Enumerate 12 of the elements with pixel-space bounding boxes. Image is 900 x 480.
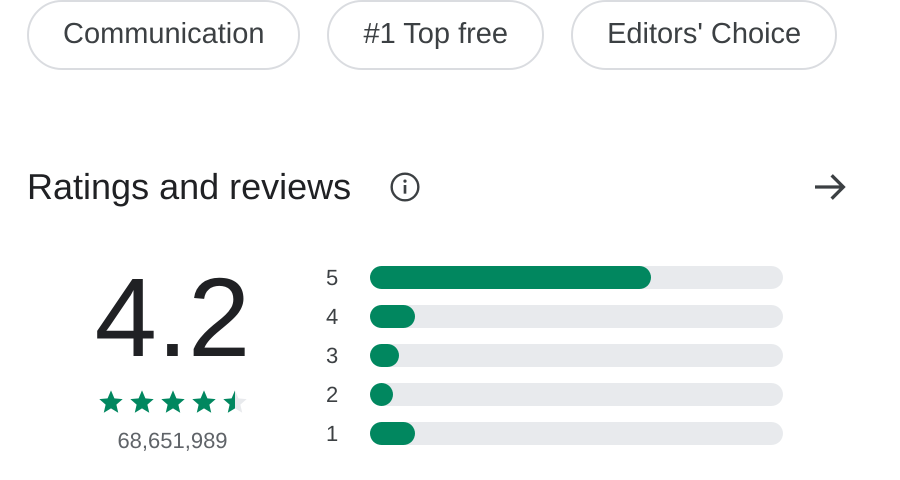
- star-level-label: 2: [326, 383, 340, 406]
- star-level-label: 3: [326, 344, 340, 367]
- section-title: Ratings and reviews: [27, 165, 352, 209]
- info-icon[interactable]: [389, 171, 422, 203]
- star-level-label: 5: [326, 266, 340, 289]
- category-chip[interactable]: Communication: [27, 0, 300, 70]
- rating-score: 4.2: [94, 268, 250, 368]
- review-count: 68,651,989: [117, 427, 228, 455]
- category-chip[interactable]: Editors' Choice: [571, 0, 838, 70]
- star-level-label: 4: [326, 305, 340, 328]
- category-chip[interactable]: #1 Top free: [327, 0, 544, 70]
- star-level-label: 1: [326, 422, 340, 445]
